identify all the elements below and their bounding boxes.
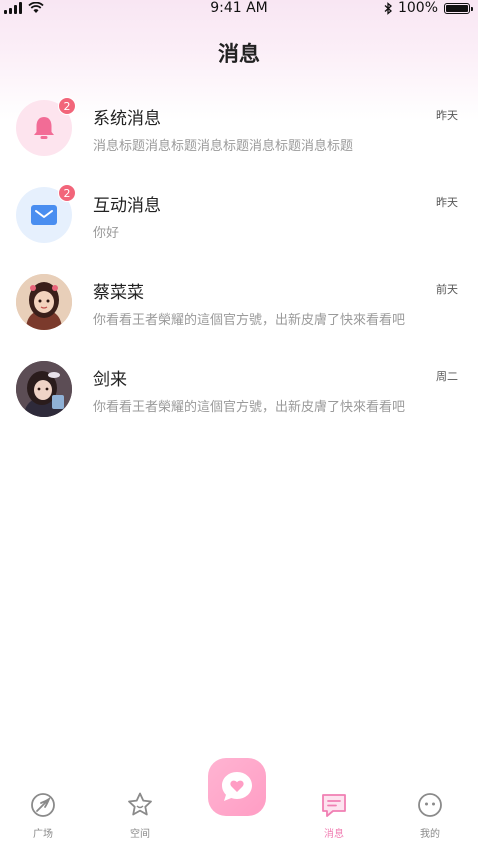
tab-bar: 广场 空间 消息 我的 (0, 758, 478, 850)
tab-label: 广场 (33, 829, 53, 840)
message-item-user[interactable]: 剑来 你看看王者榮耀的這個官方號，出新皮膚了快來看看吧 周二 (0, 356, 478, 443)
leaf-icon (31, 793, 55, 817)
message-title: 蔡菜菜 (93, 283, 144, 303)
unread-badge: 2 (58, 184, 76, 202)
message-title: 剑来 (93, 370, 127, 390)
avatar (16, 361, 72, 417)
mail-icon (31, 205, 57, 225)
tab-space[interactable]: 空间 (110, 790, 170, 840)
message-item-user[interactable]: 蔡菜菜 你看看王者榮耀的這個官方號，出新皮膚了快來看看吧 前天 (0, 269, 478, 356)
face-icon (418, 793, 442, 817)
message-item-system[interactable]: 2 系统消息 消息标题消息标题消息标题消息标题消息标题 昨天 (0, 95, 478, 182)
page-title: 消息 (218, 42, 260, 66)
message-preview: 消息标题消息标题消息标题消息标题消息标题 (93, 139, 354, 154)
message-time: 昨天 (436, 109, 458, 122)
bell-icon (34, 117, 54, 139)
avatar (16, 274, 72, 330)
tab-label: 消息 (324, 829, 344, 840)
message-time: 前天 (436, 283, 458, 296)
message-item-interaction[interactable]: 2 互动消息 你好 昨天 (0, 182, 478, 269)
message-title: 系统消息 (93, 109, 161, 129)
center-action-button[interactable] (208, 758, 266, 816)
tab-label: 我的 (420, 829, 440, 840)
user-avatar (16, 274, 72, 330)
message-preview: 你好 (93, 226, 120, 241)
message-preview: 你看看王者榮耀的這個官方號，出新皮膚了快來看看吧 (93, 400, 405, 415)
status-right: 100% (384, 0, 473, 16)
tab-label: 空间 (130, 829, 150, 840)
message-preview: 你看看王者榮耀的這個官方號，出新皮膚了快來看看吧 (93, 313, 405, 328)
tab-messages[interactable]: 消息 (304, 790, 364, 840)
user-avatar (16, 361, 72, 417)
message-time: 昨天 (436, 196, 458, 209)
avatar: 2 (16, 97, 76, 156)
heart-chat-icon (222, 772, 252, 801)
message-icon (322, 794, 346, 817)
bluetooth-icon (384, 1, 392, 15)
message-list: 2 系统消息 消息标题消息标题消息标题消息标题消息标题 昨天 2 互动消息 你好… (0, 95, 478, 443)
avatar: 2 (16, 184, 76, 243)
status-bar: 9:41 AM 100% (0, 0, 478, 18)
battery-percent: 100% (397, 0, 438, 16)
battery-icon (444, 2, 473, 14)
message-time: 周二 (436, 370, 458, 383)
tab-square[interactable]: 广场 (13, 790, 73, 840)
tab-mine[interactable]: 我的 (400, 790, 460, 840)
unread-badge: 2 (58, 97, 76, 115)
star-icon (128, 792, 152, 816)
message-title: 互动消息 (93, 196, 161, 216)
